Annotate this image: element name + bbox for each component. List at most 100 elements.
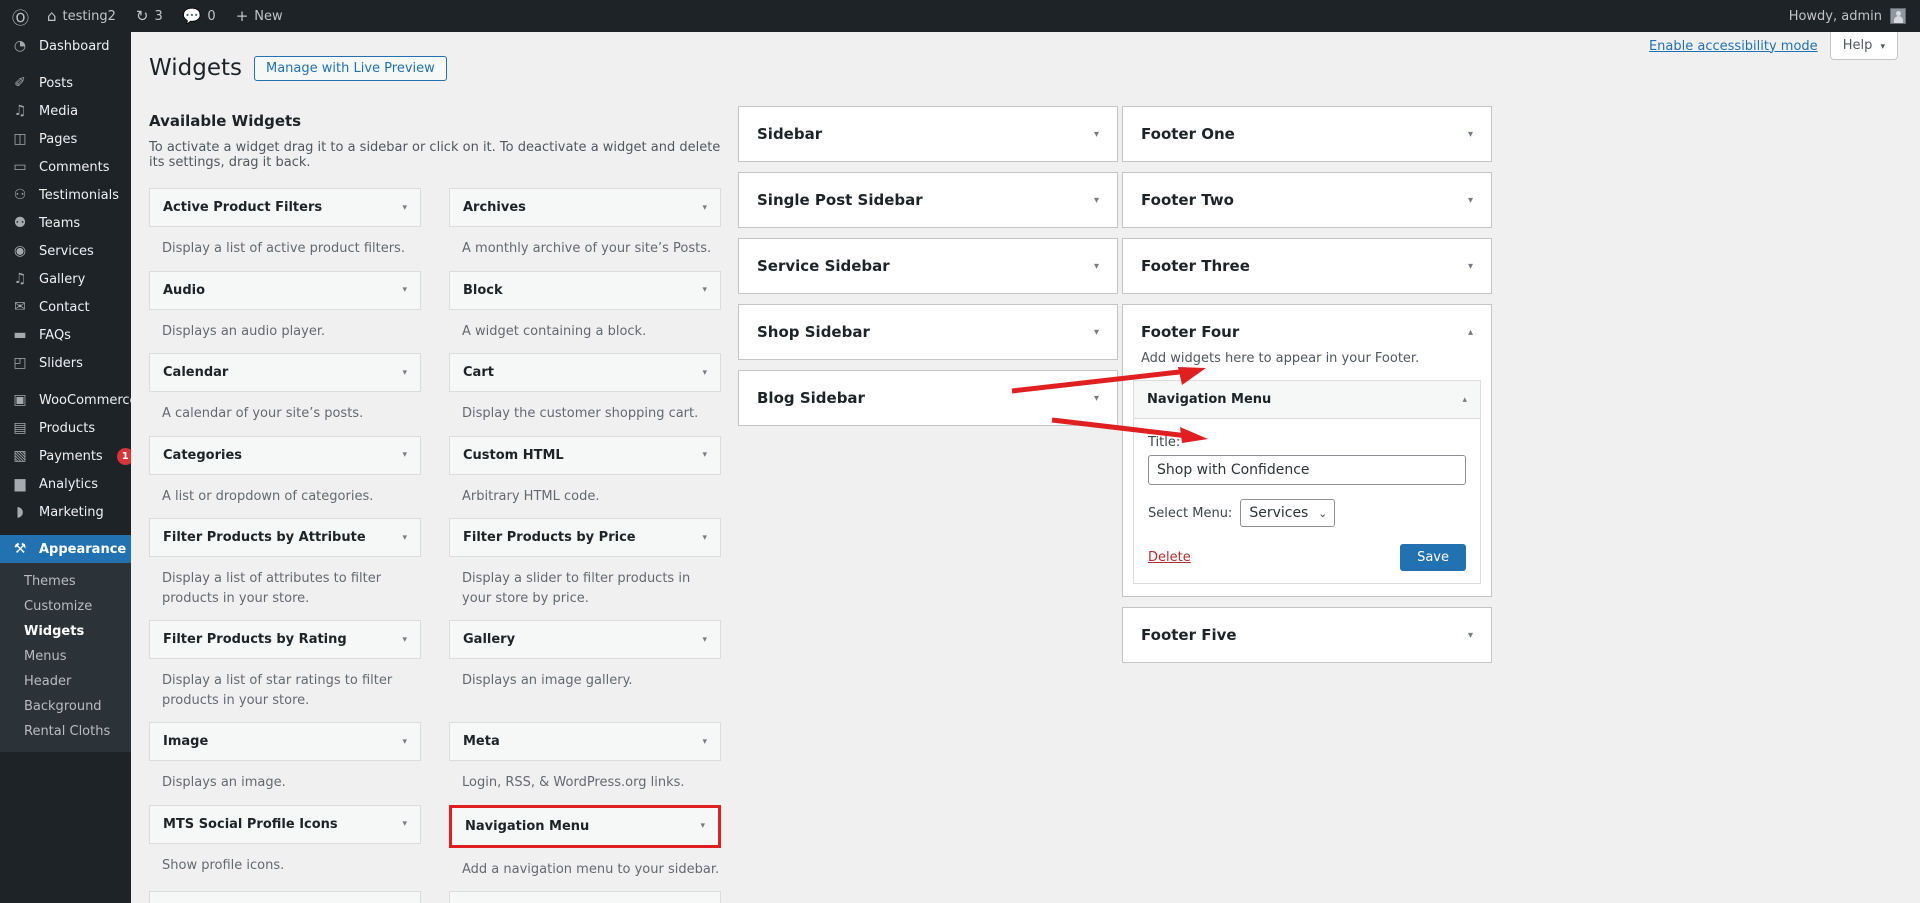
available-widget-header[interactable]: Filter Products by Price ▾	[449, 518, 721, 557]
chevron-down-icon[interactable]: ▾	[702, 533, 707, 543]
comments-menu[interactable]: 💬 0	[173, 0, 226, 32]
sidebar-item-gallery[interactable]: ♫ Gallery	[0, 265, 131, 293]
chevron-down-icon[interactable]: ▾	[402, 635, 407, 645]
help-tab-button[interactable]: Help ▾	[1829, 32, 1898, 60]
new-label: New	[254, 8, 283, 24]
select-menu-dropdown[interactable]: Services ⌄	[1240, 499, 1336, 527]
available-widget-header[interactable]: Calendar ▾	[149, 353, 421, 392]
chevron-down-icon[interactable]: ▾	[402, 285, 407, 295]
sidebar-header[interactable]: Footer Two ▾	[1123, 173, 1491, 227]
chevron-down-icon[interactable]: ▾	[1094, 129, 1099, 140]
chevron-down-icon[interactable]: ▾	[1468, 630, 1473, 641]
chevron-down-icon[interactable]: ▾	[1094, 261, 1099, 272]
sidebar-header[interactable]: Service Sidebar ▾	[739, 239, 1117, 293]
sidebar-header[interactable]: Blog Sidebar ▾	[739, 371, 1117, 425]
help-label: Help	[1842, 38, 1873, 53]
comment-icon: ▭	[13, 159, 27, 175]
payments-icon: ▧	[13, 448, 27, 464]
available-widget-header[interactable]: Product Categories▾	[449, 891, 721, 903]
chevron-down-icon[interactable]: ▾	[402, 450, 407, 460]
sidebar-header[interactable]: Shop Sidebar ▾	[739, 305, 1117, 359]
sidebar-item-label: Pages	[39, 131, 78, 147]
chevron-down-icon[interactable]: ▾	[1094, 393, 1099, 404]
available-widget-header[interactable]: Image ▾	[149, 722, 421, 761]
sidebar-item-contact[interactable]: ✉ Contact	[0, 293, 131, 321]
chevron-down-icon[interactable]: ▾	[402, 819, 407, 829]
submenu-item-header[interactable]: Header	[0, 669, 131, 694]
available-widget-header[interactable]: Filter Products by Rating ▾	[149, 620, 421, 659]
available-widget-header[interactable]: Active Product Filters ▾	[149, 188, 421, 227]
available-widget-header[interactable]: Archives ▾	[449, 188, 721, 227]
enable-accessibility-mode-link[interactable]: Enable accessibility mode	[1649, 33, 1830, 60]
sidebar-item-comments[interactable]: ▭ Comments	[0, 153, 131, 181]
submenu-item-customize[interactable]: Customize	[0, 594, 131, 619]
select-menu-row: Select Menu: Services ⌄	[1148, 499, 1466, 527]
sidebar-item-appearance[interactable]: ⚒ Appearance	[0, 535, 131, 563]
save-button[interactable]: Save	[1400, 544, 1466, 571]
sidebar-item-posts[interactable]: ✐ Posts	[0, 69, 131, 97]
sidebar-item-marketing[interactable]: ◗ Marketing	[0, 498, 131, 526]
chevron-down-icon[interactable]: ▾	[402, 203, 407, 213]
chevron-down-icon[interactable]: ▾	[1094, 195, 1099, 206]
sidebar-header[interactable]: Footer One ▾	[1123, 107, 1491, 161]
chevron-down-icon[interactable]: ▾	[1468, 261, 1473, 272]
chevron-down-icon[interactable]: ▾	[402, 533, 407, 543]
available-widget-header[interactable]: Cart ▾	[449, 353, 721, 392]
available-widget-header[interactable]: Navigation Menu ▾	[449, 804, 721, 848]
available-widget-header[interactable]: Pages▾	[149, 891, 421, 903]
submenu-item-background[interactable]: Background	[0, 694, 131, 719]
available-widget-header[interactable]: Meta ▾	[449, 722, 721, 761]
available-widget-header[interactable]: Custom HTML ▾	[449, 435, 721, 475]
available-widget-header[interactable]: Audio ▾	[149, 270, 421, 310]
chevron-down-icon[interactable]: ▾	[402, 737, 407, 747]
sidebar-item-teams[interactable]: ⚉ Teams	[0, 209, 131, 237]
wordpress-logo-icon[interactable]: Ⓞ	[0, 0, 37, 32]
available-widget-title: Block	[463, 282, 503, 298]
submenu-item-menus[interactable]: Menus	[0, 644, 131, 669]
chevron-down-icon[interactable]: ▾	[1094, 327, 1099, 338]
sidebar-item-pages[interactable]: ◫ Pages	[0, 125, 131, 153]
navigation-menu-widget-header[interactable]: Navigation Menu ▴	[1134, 381, 1480, 419]
available-widget-header[interactable]: Gallery ▾	[449, 620, 721, 659]
chevron-down-icon[interactable]: ▾	[702, 285, 707, 295]
chevron-down-icon[interactable]: ▾	[702, 737, 707, 747]
sidebar-item-faqs[interactable]: ▬ FAQs	[0, 321, 131, 349]
site-name-menu[interactable]: ⌂ testing2	[37, 0, 126, 32]
sidebar-header[interactable]: Single Post Sidebar ▾	[739, 173, 1117, 227]
submenu-item-rental-cloths[interactable]: Rental Cloths	[0, 719, 131, 744]
sidebar-header[interactable]: Footer Three ▾	[1123, 239, 1491, 293]
sidebar-item-products[interactable]: ▤ Products	[0, 414, 131, 442]
sidebar-header[interactable]: Sidebar ▾	[739, 107, 1117, 161]
available-widget-header[interactable]: Categories ▾	[149, 435, 421, 475]
available-widget-header[interactable]: MTS Social Profile Icons ▾	[149, 804, 421, 844]
chevron-down-icon[interactable]: ▾	[702, 450, 707, 460]
chevron-down-icon[interactable]: ▾	[700, 821, 705, 831]
updates-menu[interactable]: ↻ 3	[126, 0, 173, 32]
chevron-down-icon[interactable]: ▾	[702, 203, 707, 213]
chevron-up-icon[interactable]: ▴	[1462, 395, 1467, 405]
title-input[interactable]	[1148, 455, 1466, 485]
sidebar-item-dashboard[interactable]: ◔ Dashboard	[0, 32, 131, 60]
available-widget-header[interactable]: Filter Products by Attribute ▾	[149, 518, 421, 557]
chevron-down-icon[interactable]: ▾	[402, 368, 407, 378]
chevron-up-icon[interactable]: ▴	[1468, 327, 1473, 338]
sidebar-item-media[interactable]: ♫ Media	[0, 97, 131, 125]
sidebar-item-analytics[interactable]: ▆ Analytics	[0, 470, 131, 498]
my-account-menu[interactable]: Howdy, admin	[1789, 8, 1920, 24]
manage-with-live-preview-button[interactable]: Manage with Live Preview	[253, 55, 447, 81]
sidebar-item-testimonials[interactable]: ⚇ Testimonials	[0, 181, 131, 209]
chevron-down-icon[interactable]: ▾	[1468, 195, 1473, 206]
submenu-item-themes[interactable]: Themes	[0, 569, 131, 594]
sidebar-item-woocommerce[interactable]: ▣ WooCommerce	[0, 386, 131, 414]
new-content-menu[interactable]: + New	[226, 0, 293, 32]
delete-link[interactable]: Delete	[1148, 550, 1191, 565]
sidebar-item-sliders[interactable]: ◰ Sliders	[0, 349, 131, 377]
chevron-down-icon[interactable]: ▾	[702, 368, 707, 378]
footer-five-header[interactable]: Footer Five ▾	[1123, 608, 1491, 662]
sidebar-item-services[interactable]: ◉ Services	[0, 237, 131, 265]
chevron-down-icon[interactable]: ▾	[1468, 129, 1473, 140]
sidebar-item-payments[interactable]: ▧ Payments 1	[0, 442, 131, 470]
submenu-item-widgets[interactable]: Widgets	[0, 619, 131, 644]
chevron-down-icon[interactable]: ▾	[702, 635, 707, 645]
available-widget-header[interactable]: Block ▾	[449, 270, 721, 310]
